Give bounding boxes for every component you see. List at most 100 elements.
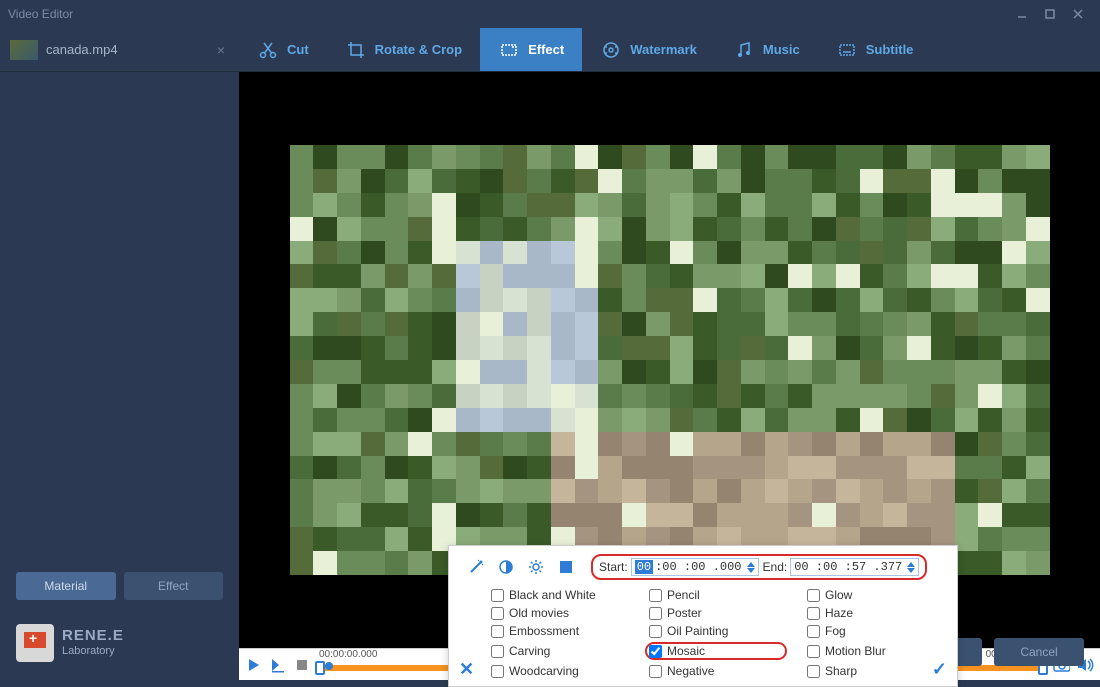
tool-watermark[interactable]: Watermark (582, 28, 715, 71)
window-title: Video Editor (8, 7, 1008, 21)
brand: RENE.E Laboratory (0, 610, 239, 680)
subtitle-icon (836, 39, 858, 61)
cancel-button[interactable]: Cancel (994, 638, 1084, 666)
effect-checkbox[interactable] (649, 607, 662, 620)
file-thumbnail (10, 40, 38, 60)
effect-label: Glow (825, 588, 852, 602)
effect-checkbox[interactable] (807, 589, 820, 602)
effect-checkbox[interactable] (807, 665, 820, 678)
time-group: Start: 00 :00 :00 .000 End: 00 :00 :57 .… (591, 554, 927, 580)
effect-poster[interactable]: Poster (649, 606, 787, 620)
contrast-icon[interactable] (497, 558, 515, 576)
effect-oil-painting[interactable]: Oil Painting (649, 624, 787, 638)
start-time-input[interactable]: 00 :00 :00 .000 (631, 558, 759, 576)
effect-woodcarving[interactable]: Woodcarving (491, 664, 629, 678)
brand-line1: RENE.E (62, 627, 124, 645)
effect-label: Old movies (509, 606, 569, 620)
effects-panel: Start: 00 :00 :00 .000 End: 00 :00 :57 .… (448, 545, 958, 687)
effects-top: Start: 00 :00 :00 .000 End: 00 :00 :57 .… (461, 554, 945, 580)
effect-label: Fog (825, 624, 846, 638)
effect-label: Woodcarving (509, 664, 579, 678)
effects-grid: Black and White Pencil Glow Old movies Poste… (461, 588, 945, 678)
end-time-input[interactable]: 00 :00 :57 .377 (790, 558, 919, 576)
file-name: canada.mp4 (46, 42, 118, 57)
tool-music[interactable]: Music (715, 28, 818, 71)
start-hh: 00 (635, 560, 653, 574)
start-spinner[interactable] (747, 562, 755, 573)
sidebar-body (0, 72, 239, 562)
tool-music-label: Music (763, 42, 800, 57)
effect-checkbox[interactable] (491, 665, 504, 678)
effect-checkbox[interactable] (491, 607, 504, 620)
maximize-button[interactable] (1036, 4, 1064, 24)
play-button[interactable] (245, 656, 263, 674)
end-time-field: End: 00 :00 :57 .377 (763, 558, 920, 576)
effect-black-and-white[interactable]: Black and White (491, 588, 629, 602)
effect-checkbox[interactable] (649, 645, 662, 658)
tool-effect-label: Effect (528, 42, 564, 57)
effect-icon (498, 39, 520, 61)
effect-label: Motion Blur (825, 644, 886, 658)
effect-glow[interactable]: Glow (807, 588, 945, 602)
effect-fog[interactable]: Fog (807, 624, 945, 638)
end-spinner[interactable] (907, 562, 915, 573)
toolbar: canada.mp4 × Cut Rotate & Crop Effect Wa… (0, 28, 1100, 72)
sidebar-tab-effect[interactable]: Effect (124, 572, 224, 600)
close-button[interactable] (1064, 4, 1092, 24)
tool-subtitle[interactable]: Subtitle (818, 28, 932, 71)
tool-rotate-crop[interactable]: Rotate & Crop (327, 28, 480, 71)
track-handle-left[interactable] (315, 661, 325, 675)
timeline-start: 00:00:00.000 (319, 649, 377, 660)
minimize-button[interactable] (1008, 4, 1036, 24)
file-close-icon[interactable]: × (213, 42, 229, 58)
effect-sharp[interactable]: Sharp (807, 664, 945, 678)
effect-checkbox[interactable] (649, 665, 662, 678)
effects-icons (461, 556, 581, 578)
effect-checkbox[interactable] (491, 645, 504, 658)
brand-text: RENE.E Laboratory (62, 627, 124, 658)
effects-cancel-icon[interactable]: ✕ (459, 659, 474, 680)
start-rest: :00 :00 .000 (655, 560, 741, 574)
stop-button[interactable] (293, 656, 311, 674)
effect-checkbox[interactable] (491, 625, 504, 638)
brand-logo-icon (16, 624, 54, 662)
effect-negative[interactable]: Negative (649, 664, 787, 678)
titlebar: Video Editor (0, 0, 1100, 28)
effect-embossment[interactable]: Embossment (491, 624, 629, 638)
effect-label: Mosaic (667, 644, 705, 658)
sidebar-tab-material[interactable]: Material (16, 572, 116, 600)
effect-checkbox[interactable] (649, 625, 662, 638)
sidebar-tabs: Material Effect (0, 562, 239, 610)
music-icon (733, 39, 755, 61)
watermark-icon (600, 39, 622, 61)
sidebar: Material Effect RENE.E Laboratory (0, 72, 239, 680)
effect-old-movies[interactable]: Old movies (491, 606, 629, 620)
effect-label: Embossment (509, 624, 579, 638)
effect-label: Pencil (667, 588, 700, 602)
effect-motion-blur[interactable]: Motion Blur (807, 642, 945, 660)
step-button[interactable] (269, 656, 287, 674)
brightness-icon[interactable] (527, 558, 545, 576)
effect-checkbox[interactable] (491, 589, 504, 602)
tool-cut[interactable]: Cut (239, 28, 327, 71)
effects-confirm-icon[interactable]: ✓ (932, 659, 947, 680)
tool-effect[interactable]: Effect (480, 28, 582, 71)
effect-haze[interactable]: Haze (807, 606, 945, 620)
effect-checkbox[interactable] (807, 625, 820, 638)
track-playhead[interactable] (325, 662, 333, 670)
effect-pencil[interactable]: Pencil (649, 588, 787, 602)
effect-label: Oil Painting (667, 624, 728, 638)
wand-icon[interactable] (467, 558, 485, 576)
start-time-field: Start: 00 :00 :00 .000 (599, 558, 759, 576)
effect-checkbox[interactable] (807, 607, 820, 620)
effect-checkbox[interactable] (807, 645, 820, 658)
effect-mosaic[interactable]: Mosaic (645, 642, 787, 660)
effect-checkbox[interactable] (649, 589, 662, 602)
start-label: Start: (599, 560, 628, 574)
effect-carving[interactable]: Carving (491, 642, 629, 660)
square-icon[interactable] (557, 558, 575, 576)
effect-label: Carving (509, 644, 550, 658)
tool-watermark-label: Watermark (630, 42, 697, 57)
file-tab[interactable]: canada.mp4 × (0, 28, 239, 71)
effect-label: Sharp (825, 664, 857, 678)
